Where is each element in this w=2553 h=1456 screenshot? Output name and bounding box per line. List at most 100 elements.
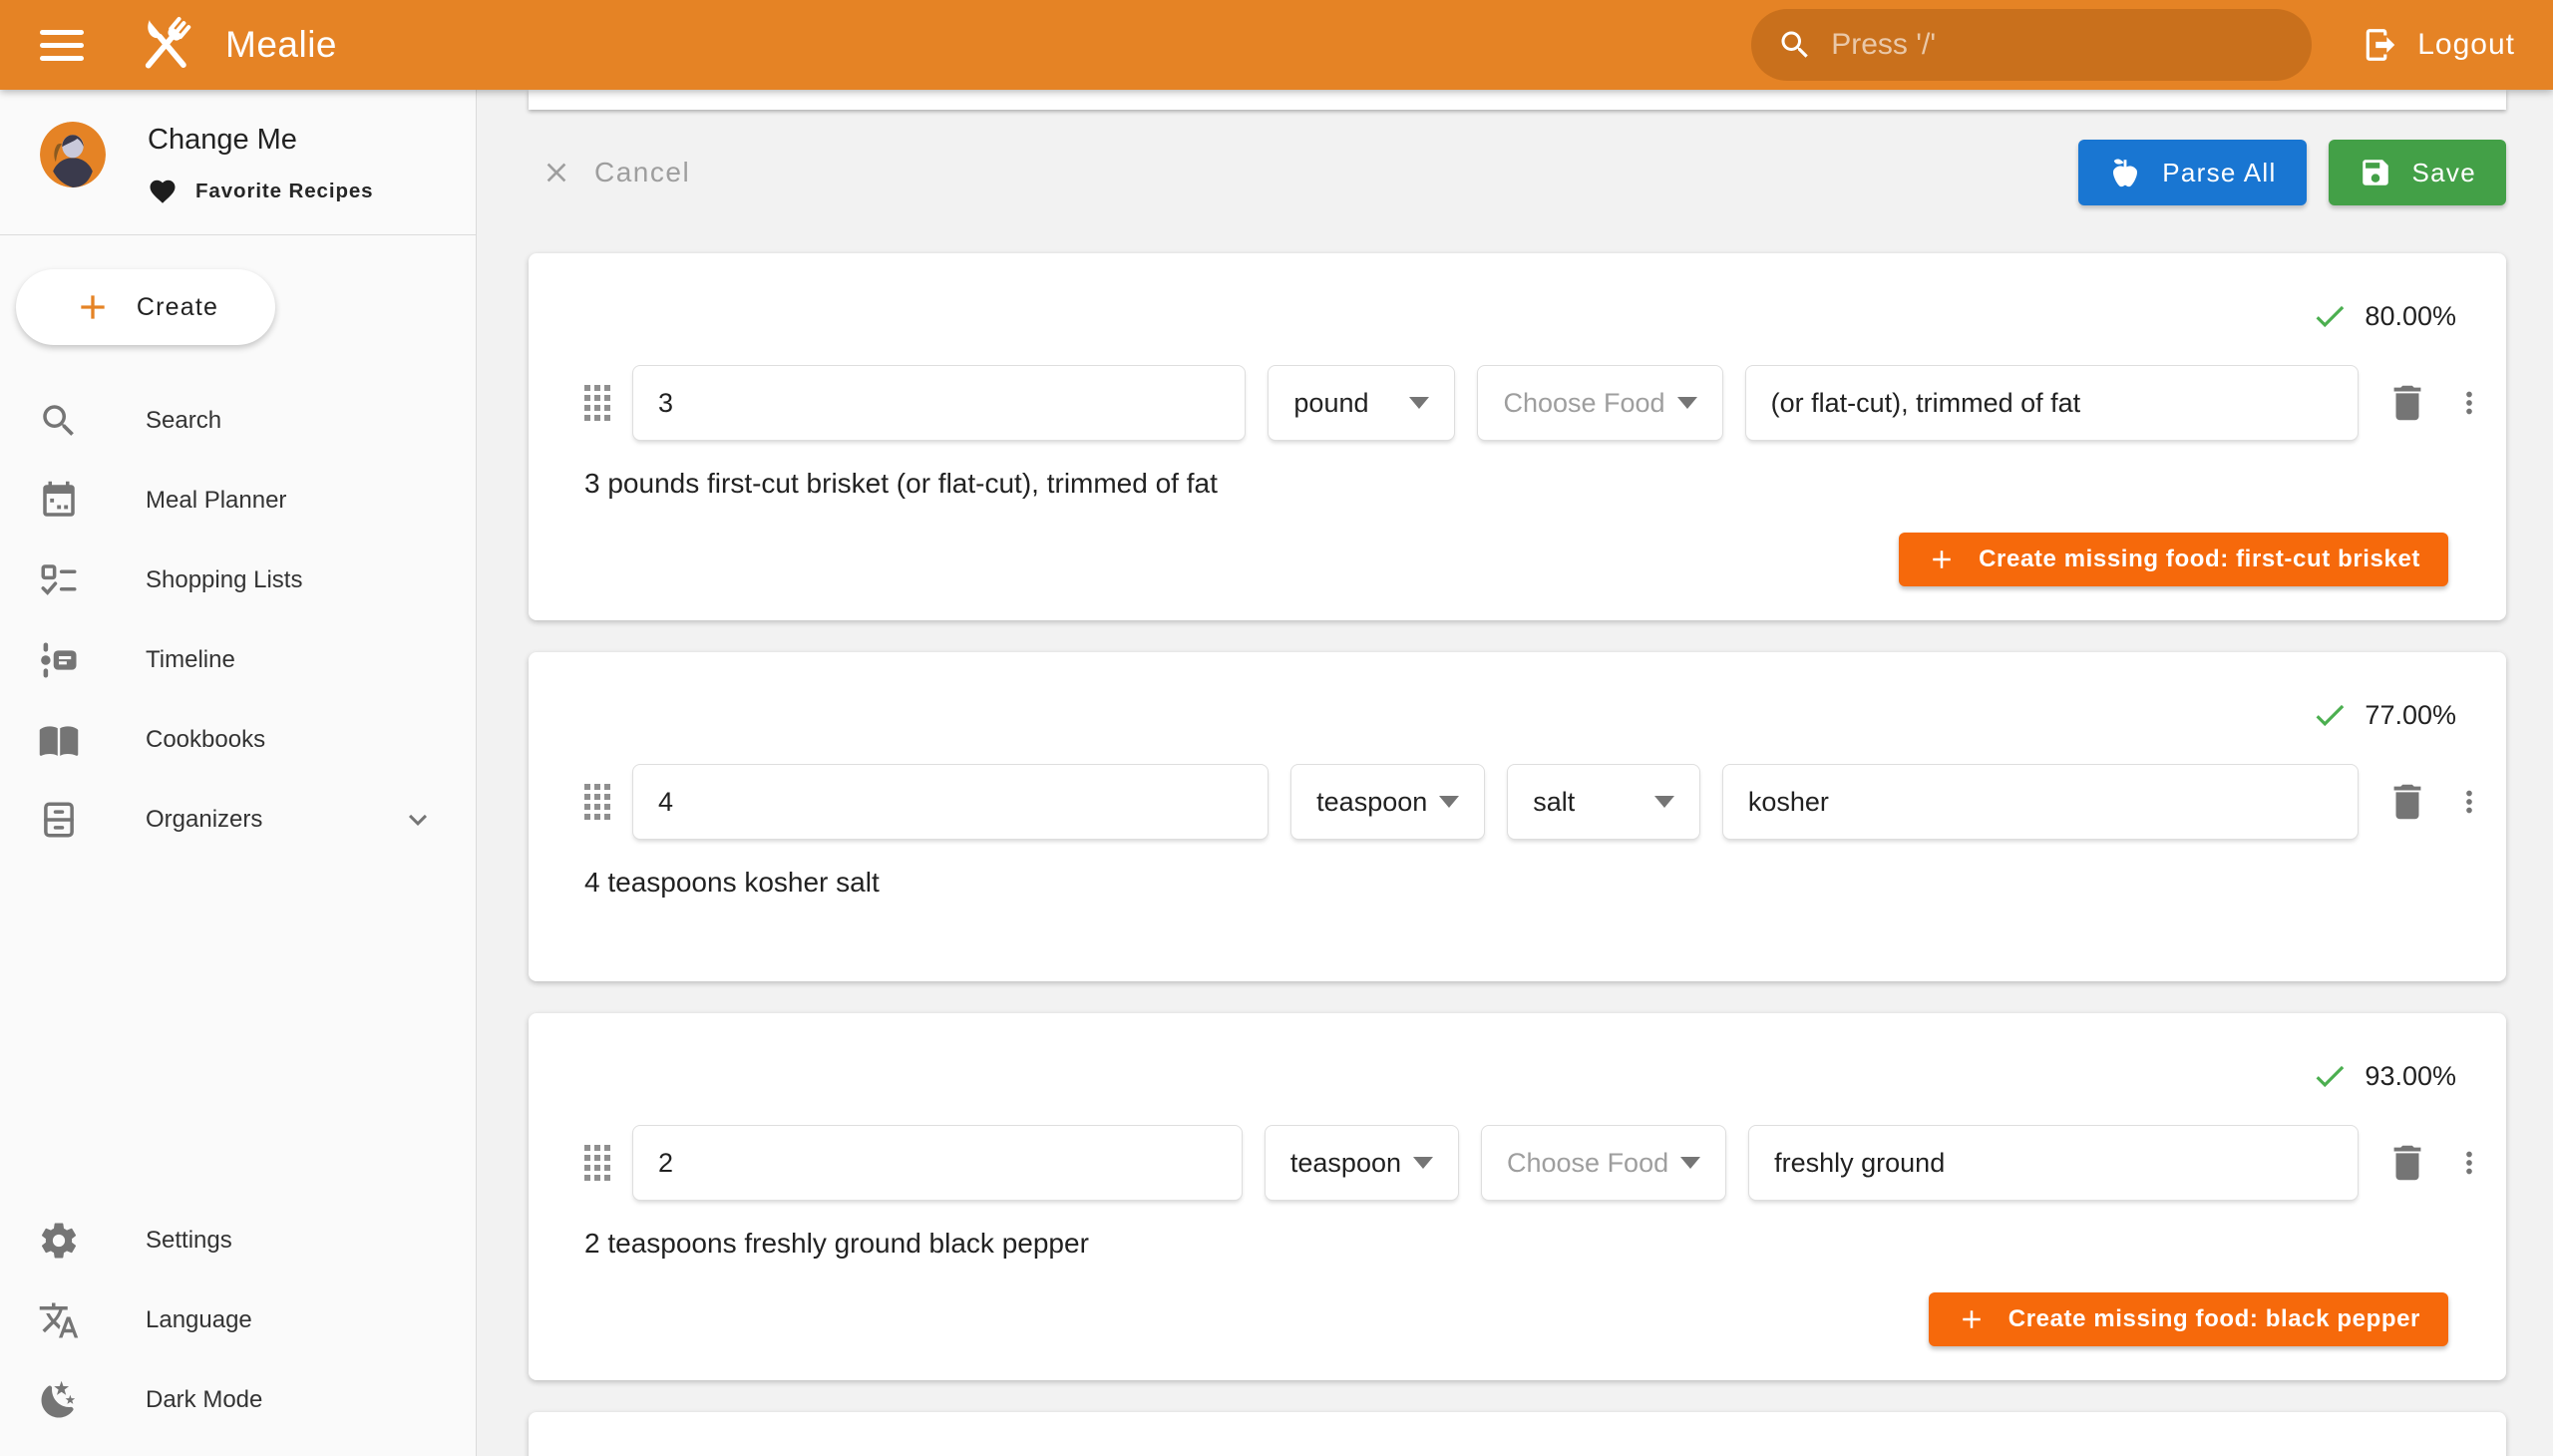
moon-icon xyxy=(38,1379,80,1421)
mealie-app: Mealie Logout xyxy=(0,0,2553,1456)
file-cabinet-icon xyxy=(38,799,80,841)
sidebar-item-dark-mode[interactable]: Dark Mode xyxy=(0,1360,476,1440)
timeline-icon xyxy=(38,639,80,681)
parse-all-button[interactable]: Parse All xyxy=(2078,140,2306,205)
search-input[interactable] xyxy=(1831,28,2286,62)
sidebar-item-meal-planner[interactable]: Meal Planner xyxy=(0,461,476,541)
unit-select[interactable]: teaspoon xyxy=(1265,1125,1459,1201)
logout-button[interactable]: Logout xyxy=(2362,26,2515,64)
unit-select[interactable]: pound xyxy=(1268,365,1455,441)
note-input[interactable] xyxy=(1748,1125,2359,1201)
delete-button[interactable] xyxy=(2384,1137,2430,1189)
sidebar: Change Me Favorite Recipes Create Search xyxy=(0,90,477,1456)
create-missing-food-button[interactable]: Create missing food: black pepper xyxy=(1929,1292,2448,1346)
ingredient-card: 80.00% pound Choose Food xyxy=(529,253,2506,620)
global-search[interactable] xyxy=(1751,9,2312,81)
quantity-input[interactable] xyxy=(632,365,1246,441)
gear-icon xyxy=(38,1220,80,1262)
missing-food-row: Create missing food: black pepper xyxy=(529,1261,2506,1346)
food-value: Choose Food xyxy=(1503,388,1664,419)
dropdown-arrow-icon xyxy=(1680,1157,1700,1169)
drag-handle[interactable] xyxy=(584,784,610,820)
check-icon xyxy=(2311,1057,2349,1095)
quantity-input[interactable] xyxy=(632,764,1269,840)
drag-handle[interactable] xyxy=(584,385,610,421)
sidebar-item-label: Meal Planner xyxy=(146,487,286,515)
sidebar-item-settings[interactable]: Settings xyxy=(0,1201,476,1280)
sidebar-item-label: Settings xyxy=(146,1227,232,1255)
create-missing-food-label: Create missing food: first-cut brisket xyxy=(1979,546,2420,573)
food-select[interactable]: Choose Food xyxy=(1477,365,1722,441)
sidebar-item-search[interactable]: Search xyxy=(0,381,476,461)
trash-icon xyxy=(2384,779,2430,825)
logout-icon xyxy=(2362,26,2399,64)
sidebar-item-shopping-lists[interactable]: Shopping Lists xyxy=(0,541,476,620)
plus-icon xyxy=(1927,545,1957,574)
hamburger-menu-button[interactable] xyxy=(40,30,84,61)
food-value: salt xyxy=(1533,787,1575,818)
delete-button[interactable] xyxy=(2384,776,2430,828)
favorites-label: Favorite Recipes xyxy=(195,180,373,203)
cancel-button[interactable]: Cancel xyxy=(529,157,702,188)
delete-button[interactable] xyxy=(2384,377,2430,429)
more-options-button[interactable] xyxy=(2452,776,2486,828)
sidebar-item-organizers[interactable]: Organizers xyxy=(0,780,476,860)
mealie-logo-icon xyxy=(128,7,203,83)
cancel-label: Cancel xyxy=(594,157,690,188)
food-select[interactable]: salt xyxy=(1507,764,1700,840)
note-input[interactable] xyxy=(1745,365,2359,441)
checklist-icon xyxy=(38,559,80,601)
create-button[interactable]: Create xyxy=(16,269,275,345)
create-missing-food-button[interactable]: Create missing food: first-cut brisket xyxy=(1899,533,2448,586)
sidebar-item-label: Shopping Lists xyxy=(146,566,302,594)
sidebar-item-cookbooks[interactable]: Cookbooks xyxy=(0,700,476,780)
unit-value: pound xyxy=(1293,388,1368,419)
calendar-icon xyxy=(38,480,80,522)
ingredient-fields: teaspoon salt xyxy=(529,764,2506,840)
check-icon xyxy=(2311,696,2349,734)
confidence-value: 77.00% xyxy=(2365,700,2456,731)
translate-icon xyxy=(38,1299,80,1341)
unit-value: teaspoon xyxy=(1316,787,1427,818)
drag-handle[interactable] xyxy=(584,1145,610,1181)
app-bar: Mealie Logout xyxy=(0,0,2553,90)
quantity-input[interactable] xyxy=(632,1125,1243,1201)
sidebar-item-label: Timeline xyxy=(146,646,235,674)
food-select[interactable]: Choose Food xyxy=(1481,1125,1726,1201)
ingredient-fields: teaspoon Choose Food xyxy=(529,1125,2506,1201)
sidebar-item-language[interactable]: Language xyxy=(0,1280,476,1360)
app-title: Mealie xyxy=(225,24,337,66)
parse-all-label: Parse All xyxy=(2162,158,2276,188)
save-label: Save xyxy=(2412,158,2476,188)
sidebar-item-label: Dark Mode xyxy=(146,1386,262,1414)
user-profile-link[interactable]: Change Me Favorite Recipes xyxy=(0,90,476,234)
favorite-recipes-link[interactable]: Favorite Recipes xyxy=(148,177,373,206)
search-icon xyxy=(38,400,80,442)
confidence-indicator: 80.00% xyxy=(529,253,2506,335)
kebab-icon xyxy=(2452,1146,2486,1180)
note-input[interactable] xyxy=(1722,764,2359,840)
scrolled-card-edge xyxy=(529,90,2506,110)
sidebar-item-timeline[interactable]: Timeline xyxy=(0,620,476,700)
save-button[interactable]: Save xyxy=(2329,140,2506,205)
dropdown-arrow-icon xyxy=(1409,397,1429,409)
avatar[interactable] xyxy=(40,122,106,187)
confidence-value: 93.00% xyxy=(2365,1061,2456,1092)
sidebar-item-label: Organizers xyxy=(146,806,262,834)
unit-value: teaspoon xyxy=(1290,1148,1401,1179)
sidebar-item-label: Cookbooks xyxy=(146,726,265,754)
ingredient-parser-page: Cancel Parse All Save xyxy=(478,90,2553,1456)
sidebar-bottom-nav: Settings Language Dark Mode xyxy=(0,1201,476,1456)
more-options-button[interactable] xyxy=(2452,377,2486,429)
trash-icon xyxy=(2384,380,2430,426)
plus-icon xyxy=(1957,1304,1987,1334)
apple-icon xyxy=(2108,156,2142,189)
dropdown-arrow-icon xyxy=(1439,796,1459,808)
ingredient-card: 77.00% teaspoon salt xyxy=(529,652,2506,981)
create-label: Create xyxy=(137,293,218,322)
close-icon xyxy=(541,157,572,188)
more-options-button[interactable] xyxy=(2452,1137,2486,1189)
unit-select[interactable]: teaspoon xyxy=(1290,764,1485,840)
confidence-value: 80.00% xyxy=(2365,301,2456,332)
confidence-indicator: 77.00% xyxy=(529,652,2506,734)
